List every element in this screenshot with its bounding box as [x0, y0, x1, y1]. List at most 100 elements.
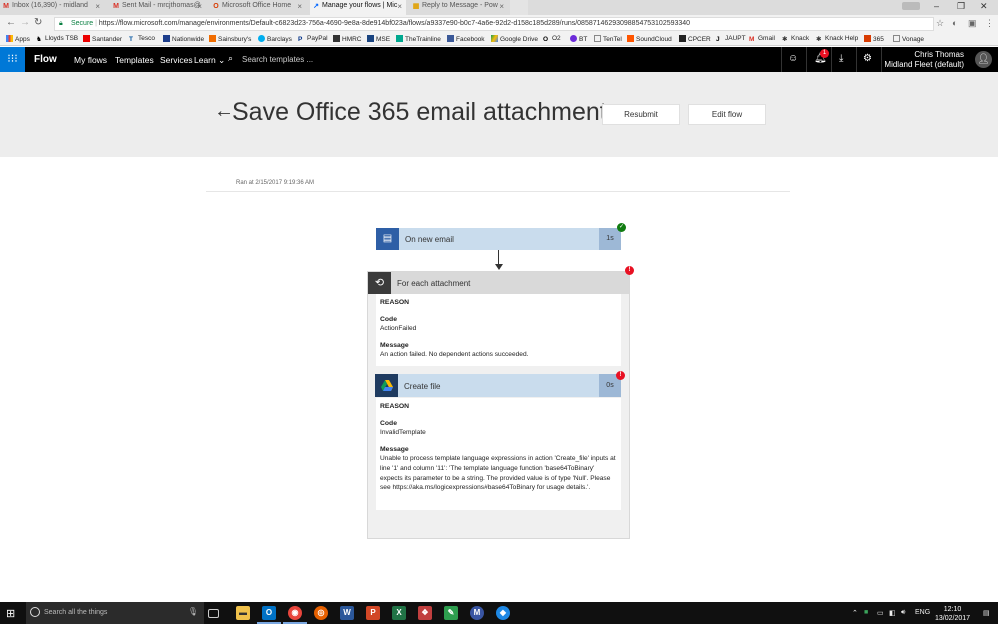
new-tab-button[interactable]	[510, 0, 528, 15]
bookmark[interactable]: Santander	[83, 35, 122, 43]
bookmark[interactable]: SoundCloud	[627, 35, 672, 43]
browser-tab-active[interactable]: ↗ Manage your flows | Mic ×	[310, 0, 406, 15]
bookmark[interactable]: ♞ Lloyds TSB	[36, 35, 78, 43]
word-icon[interactable]: W	[340, 606, 354, 620]
camera-icon[interactable]: ▣	[968, 18, 977, 29]
gear-icon[interactable]: ⚙	[863, 53, 872, 64]
bookmark[interactable]: T Tesco	[129, 35, 155, 43]
chrome-icon[interactable]: ◉	[288, 606, 302, 620]
app-launcher-icon[interactable]: ⁝⁝⁝	[0, 47, 25, 72]
browser-tab[interactable]: M Sent Mail - mrcjthomas@ ×	[110, 0, 206, 15]
download-icon[interactable]: ⤓	[839, 53, 843, 64]
bookmark[interactable]: O O2	[543, 35, 561, 43]
bookmark[interactable]: 365	[864, 35, 884, 43]
star-icon[interactable]: ☆	[936, 18, 944, 29]
bookmark[interactable]: ✱ Knack Help	[816, 35, 858, 43]
bookmark[interactable]: Vonage	[893, 35, 924, 43]
taskbar-search-input[interactable]: Search all the things	[44, 609, 107, 616]
tab-title: Microsoft Office Home	[222, 2, 292, 9]
excel-icon[interactable]: X	[392, 606, 406, 620]
bookmark-apps[interactable]: Apps	[6, 35, 30, 43]
flow-header: ⁝⁝⁝ Flow My flows Templates Services Lea…	[0, 47, 998, 72]
maximize-icon[interactable]: ❐	[957, 1, 965, 12]
avatar[interactable]: 👤︎	[975, 51, 992, 68]
close-window-icon[interactable]: ✕	[980, 1, 988, 12]
app-icon[interactable]: M	[470, 606, 484, 620]
bookmark[interactable]: J JAUPT	[716, 35, 746, 43]
bookmark[interactable]: M Gmail	[749, 35, 775, 43]
bookmark[interactable]: ✱ Knack	[782, 35, 809, 43]
foreach-header[interactable]: ⟲ For each attachment	[368, 272, 629, 294]
app-icon[interactable]: ◆	[496, 606, 510, 620]
bookmark[interactable]: BT	[570, 35, 587, 43]
reload-icon[interactable]: ↻	[34, 17, 42, 28]
forward-icon[interactable]: →	[20, 17, 30, 28]
browser-tab[interactable]: ▦ Reply to Message - Pow ×	[410, 0, 508, 15]
back-icon[interactable]: ←	[6, 17, 16, 28]
smiley-feedback-icon[interactable]: ☺	[788, 53, 798, 64]
outlook-taskbar-icon[interactable]: O	[262, 606, 276, 620]
app-icon[interactable]: ❖	[418, 606, 432, 620]
bookmark[interactable]: Google Drive	[491, 35, 538, 43]
user-menu[interactable]: Chris Thomas Midland Fleet (default)	[884, 50, 964, 70]
app-icon[interactable]: ✎	[444, 606, 458, 620]
address-bar: ← → ↻ 🔒︎ Secure | https://flow.microsoft…	[0, 15, 998, 33]
battery-icon[interactable]: ◧	[889, 609, 896, 617]
chevron-up-icon[interactable]: ⌃	[852, 609, 858, 617]
step-title: On new email	[405, 235, 454, 244]
edit-flow-button[interactable]: Edit flow	[688, 104, 766, 125]
clock[interactable]: 12:10 13/02/2017	[935, 605, 970, 623]
gmail-icon: M	[113, 3, 119, 10]
windows-start-icon[interactable]: ⊞	[6, 607, 15, 620]
close-icon[interactable]: ×	[95, 2, 100, 11]
step-duration: 1s	[599, 228, 621, 250]
step-create-file[interactable]: Create file 0s	[375, 374, 621, 397]
close-icon[interactable]: ×	[499, 2, 504, 11]
bookmark[interactable]: TenTel	[594, 35, 622, 43]
nav-templates[interactable]: Templates	[115, 55, 154, 65]
firefox-icon[interactable]: ◎	[314, 606, 328, 620]
taskbar-search[interactable]: Search all the things 🎙︎	[26, 602, 204, 624]
close-icon[interactable]: ×	[397, 2, 402, 11]
bookmark[interactable]: P PayPal	[298, 35, 328, 43]
bookmark[interactable]: Barclays	[258, 35, 292, 43]
url-input[interactable]: 🔒︎ Secure | https://flow.microsoft.com/m…	[54, 17, 934, 31]
close-icon[interactable]: ×	[297, 2, 302, 11]
file-explorer-icon[interactable]: ▬	[236, 606, 250, 620]
task-view-icon[interactable]	[208, 609, 219, 618]
tray-app-icon[interactable]: ■	[864, 609, 868, 616]
search-icon[interactable]: ⌕	[228, 53, 233, 64]
language-indicator[interactable]: ENG	[915, 609, 930, 616]
resubmit-button[interactable]: Resubmit	[602, 104, 680, 125]
action-center-icon[interactable]: ▤	[983, 609, 990, 617]
browser-tab[interactable]: O Microsoft Office Home ×	[210, 0, 306, 15]
page-title: Save Office 365 email attachments ...	[232, 98, 648, 126]
bookmark[interactable]: HMRC	[333, 35, 362, 43]
nav-my-flows[interactable]: My flows	[74, 55, 107, 65]
bookmark[interactable]: Facebook	[447, 35, 485, 43]
back-arrow-icon[interactable]: ←	[214, 100, 234, 123]
powerpoint-icon[interactable]: P	[366, 606, 380, 620]
network-icon[interactable]: ▭	[877, 609, 884, 617]
nav-services[interactable]: Services	[160, 55, 193, 65]
menu-icon[interactable]: ⋮	[985, 18, 994, 29]
google-drive-icon	[375, 374, 398, 397]
nav-learn[interactable]: Learn ⌄	[194, 55, 225, 66]
profile-icon[interactable]	[902, 2, 920, 10]
extension-icon[interactable]: ◐	[952, 18, 957, 28]
browser-tab[interactable]: M Inbox (16,390) - midland ×	[0, 0, 104, 15]
close-icon[interactable]: ×	[197, 2, 202, 11]
step-on-new-email[interactable]: ▤ On new email 1s	[376, 228, 621, 250]
microphone-icon[interactable]: 🎙︎	[188, 607, 198, 616]
bookmark[interactable]: TheTrainline	[396, 35, 441, 43]
minimize-icon[interactable]: –	[934, 1, 939, 11]
error-message: An action failed. No dependent actions s…	[380, 351, 529, 359]
volume-icon[interactable]: 🔊︎	[901, 609, 905, 617]
bookmark[interactable]: Nationwide	[163, 35, 204, 43]
brand-logo[interactable]: Flow	[34, 54, 57, 65]
bookmark[interactable]: Sainsbury's	[209, 35, 251, 43]
bookmark[interactable]: MSE	[367, 35, 390, 43]
bookmark[interactable]: CPCER	[679, 35, 711, 43]
search-input[interactable]: Search templates ...	[242, 55, 313, 64]
divider	[806, 47, 807, 72]
